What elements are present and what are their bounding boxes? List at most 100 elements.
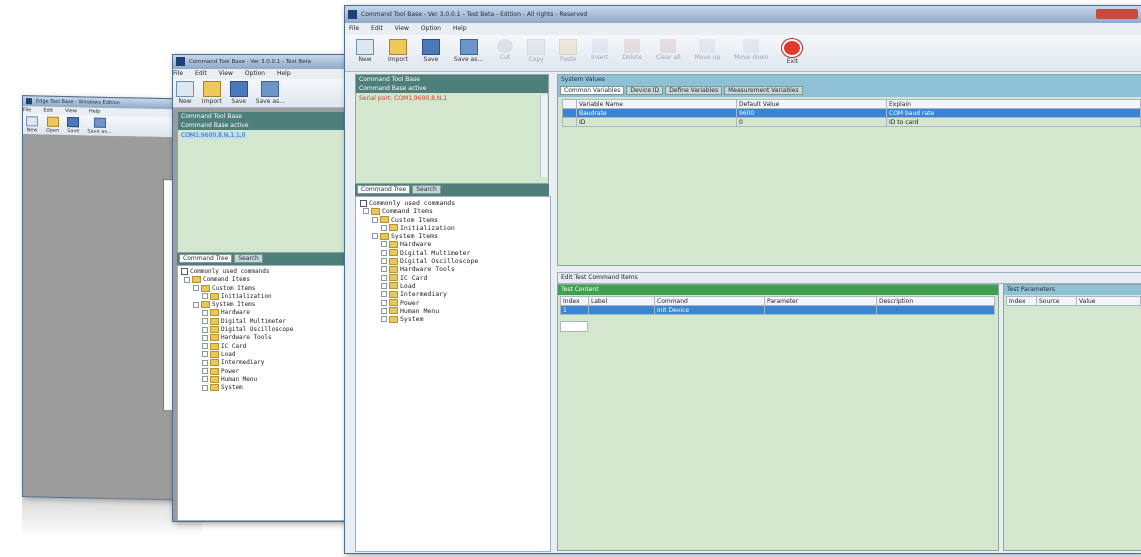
new-button[interactable]: New [176,81,194,105]
expand-toggle-icon[interactable] [381,249,387,256]
column-value[interactable]: Value [1076,296,1141,306]
tree-node-digital-oscilloscope[interactable]: Digital Oscilloscope [181,326,359,334]
tree-node-hardware[interactable]: Hardware [360,240,550,248]
expand-toggle-icon[interactable] [381,241,387,248]
expand-toggle-icon[interactable] [363,208,369,215]
save-button[interactable]: Save [229,81,248,105]
import-button[interactable]: Import [202,81,222,105]
expand-toggle-icon[interactable] [202,368,208,375]
expand-toggle-icon[interactable] [381,266,387,273]
tree-node-human-menu[interactable]: Human Menu [181,375,359,384]
tab-command-tree[interactable]: Command Tree [357,185,411,194]
expand-toggle-icon[interactable] [193,301,199,308]
middle-window-titlebar[interactable]: Command Tool Base - Ver 3.0.0.1 - Test B… [173,55,363,69]
import-button[interactable]: Import [388,39,408,63]
menu-help[interactable]: Help [89,108,100,114]
menu-option[interactable]: Option [245,70,265,77]
explain-cell[interactable]: ID to card [886,117,1141,127]
variable-name-cell[interactable]: Baudrate [576,108,737,118]
expand-toggle-icon[interactable] [381,224,387,231]
tab-common-variables[interactable]: Common Variables [560,86,625,95]
menu-option[interactable]: Option [421,25,441,32]
column-variable-name[interactable]: Variable Name [576,99,737,109]
tree-node-intermediary[interactable]: Intermediary [360,290,550,298]
new-button[interactable]: New [26,116,38,133]
table-row[interactable]: ID 0 ID to card [562,117,1141,127]
tree-node-hardware[interactable]: Hardware [181,309,359,317]
expand-toggle-icon[interactable] [381,316,387,323]
insert-button[interactable]: Insert [591,39,608,61]
expand-toggle-icon[interactable] [381,299,387,306]
tree-node-power[interactable]: Power [181,367,359,376]
tree-node-load[interactable]: Load [181,350,359,359]
delete-button[interactable]: Delete [622,39,642,61]
row-header-cell[interactable] [562,117,577,127]
menu-file[interactable]: File [349,25,359,32]
save-button[interactable]: Save [67,117,79,134]
column-explain[interactable]: Explain [886,99,1141,109]
explain-cell[interactable]: COM baud rate [886,108,1141,118]
move-up-button[interactable]: Move up [695,39,720,61]
clear-all-button[interactable]: Clear all [656,39,681,61]
tree-node-system[interactable]: System [181,384,359,392]
tree-node-initialization[interactable]: Initialization [181,292,359,301]
expand-toggle-icon[interactable] [202,326,208,333]
column-default-value[interactable]: Default Value [736,99,887,109]
expand-toggle-icon[interactable] [381,307,387,314]
menu-edit[interactable]: Edit [371,25,383,32]
menu-edit[interactable]: Edit [43,108,53,114]
tree-node-system-items[interactable]: System Items [360,232,550,240]
expand-toggle-icon[interactable] [372,216,378,223]
tree-node-load[interactable]: Load [360,282,550,290]
cut-button[interactable]: Cut [497,39,514,61]
tree-node-power[interactable]: Power [360,299,550,307]
expand-toggle-icon[interactable] [372,233,378,240]
new-button[interactable]: New [356,39,374,63]
tree-node-custom-items[interactable]: Custom Items [181,284,359,293]
commonly-used-filter[interactable]: Commonly used commands [360,199,550,207]
column-label[interactable]: Label [588,296,655,306]
exit-button[interactable]: Exit [782,39,803,65]
variable-name-cell[interactable]: ID [576,117,737,127]
row-header-cell[interactable] [562,108,577,118]
expand-toggle-icon[interactable] [202,376,208,383]
main-window-titlebar[interactable]: Command Tool Base - Ver 3.0.0.1 - Test B… [345,6,1141,23]
expand-toggle-icon[interactable] [202,293,208,300]
index-cell[interactable]: 1 [560,305,589,315]
column-index[interactable]: Index [560,296,589,306]
column-command[interactable]: Command [654,296,765,306]
menu-view[interactable]: View [395,25,409,32]
tree-node-ic-card[interactable]: IC Card [360,274,550,282]
menu-file[interactable]: File [23,107,31,113]
tree-node-hardware-tools[interactable]: Hardware Tools [181,334,359,342]
label-cell[interactable] [588,305,655,315]
tree-node-intermediary[interactable]: Intermediary [181,359,359,367]
tab-search[interactable]: Search [412,185,441,194]
tab-define-variables[interactable]: Define Variables [665,86,723,95]
menu-help[interactable]: Help [277,70,291,77]
save-button[interactable]: Save [421,39,440,63]
tree-node-digital-multimeter[interactable]: Digital Multimeter [181,317,359,326]
description-cell[interactable] [876,305,995,315]
menu-view[interactable]: View [219,70,233,77]
default-value-cell[interactable]: 0 [736,117,887,127]
tree-node-command-items[interactable]: Command Items [181,276,359,284]
menu-help[interactable]: Help [453,25,467,32]
tree-node-command-items[interactable]: Command Items [360,207,550,215]
checkbox-icon[interactable] [360,199,367,207]
tree-node-custom-items[interactable]: Custom Items [360,216,550,224]
tab-device-id[interactable]: Device ID [626,86,664,95]
expand-toggle-icon[interactable] [202,334,208,341]
expand-toggle-icon[interactable] [381,291,387,298]
expand-toggle-icon[interactable] [202,309,208,316]
tree-node-digital-oscilloscope[interactable]: Digital Oscilloscope [360,257,550,265]
window-controls[interactable] [1096,9,1138,19]
table-row[interactable]: 1 Init Device [560,305,995,315]
tree-node-initialization[interactable]: Initialization [360,224,550,232]
expand-toggle-icon[interactable] [193,285,199,292]
column-parameter[interactable]: Parameter [764,296,877,306]
tree-node-human-menu[interactable]: Human Menu [360,307,550,315]
parameter-cell[interactable] [764,305,877,315]
save-as-button[interactable]: Save as... [87,117,112,135]
expand-toggle-icon[interactable] [381,282,387,289]
